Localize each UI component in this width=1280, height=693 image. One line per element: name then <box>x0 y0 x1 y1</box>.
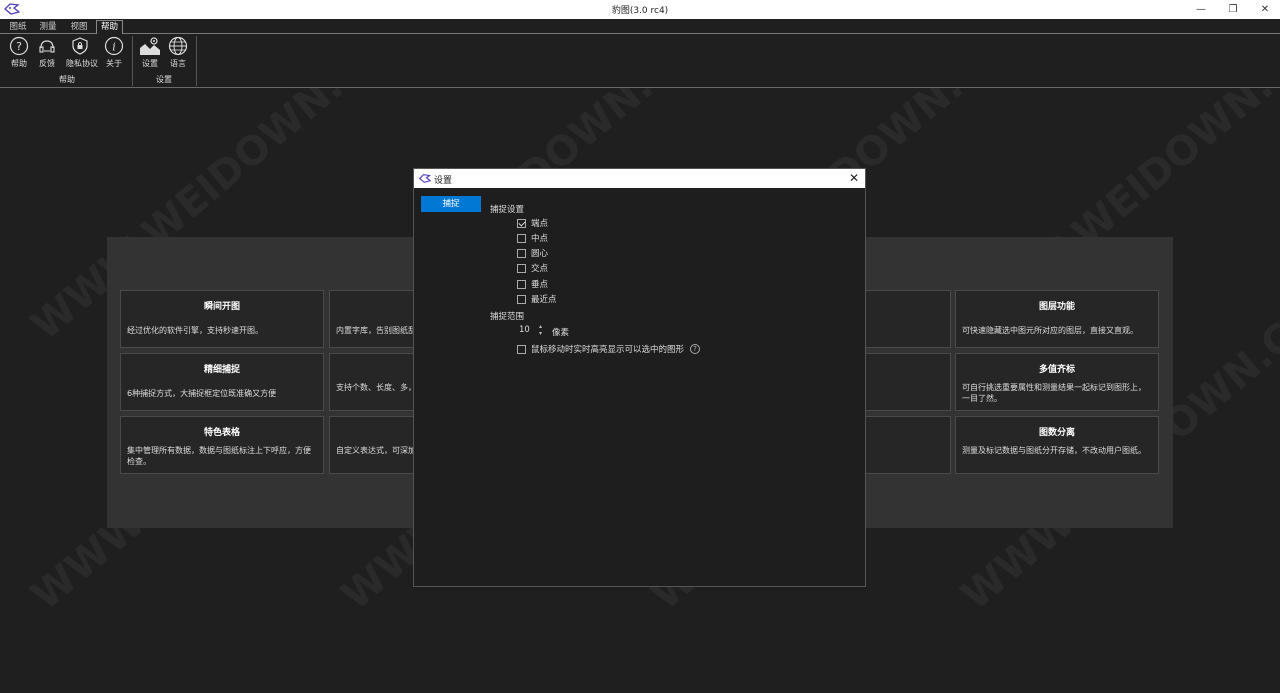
ribbon: ? 帮助 反馈 隐私协议 i 关于 帮助 设置 语言 设置 <box>0 34 1280 88</box>
snap-range-unit: 像素 <box>552 328 570 338</box>
snap-option-endpoint[interactable]: 端点 <box>517 217 548 229</box>
checkbox-label: 中点 <box>531 234 549 244</box>
feature-card-desc: 可自行挑选重要属性和测量结果一起标记到图形上，一目了然。 <box>962 383 1146 403</box>
svg-text:?: ? <box>16 40 22 53</box>
feature-card-title: 精细捕捉 <box>203 365 240 375</box>
restore-button[interactable]: ❐ <box>1218 0 1248 19</box>
snap-option-nearest[interactable]: 最近点 <box>517 293 557 305</box>
close-window-button[interactable]: ✕ <box>1250 0 1280 19</box>
minimize-button[interactable]: — <box>1186 0 1216 19</box>
feature-card-desc: 集中管理所有数据，数据与图纸标注上下呼应，方便检查。 <box>127 446 311 466</box>
globe-icon <box>168 36 188 56</box>
snap-option-midpoint[interactable]: 中点 <box>517 232 548 244</box>
feature-card: 瞬间开图 经过优化的软件引擎，支持秒速开图。 <box>120 290 324 348</box>
highlight-option[interactable]: 鼠标移动时实时高亮显示可以选中的图形 ? <box>517 343 701 355</box>
snap-settings-label: 捕捉设置 <box>490 205 525 215</box>
app-logo-icon <box>419 174 431 183</box>
title-bar: 豹图(3.0 rc4) — ❐ ✕ <box>0 0 1280 19</box>
ribbon-separator <box>196 36 197 86</box>
menu-bar: 图纸 测量 视图 帮助 <box>0 19 1280 35</box>
feature-card-desc: 可快速隐藏选中图元所对应的图层，直接又直观。 <box>962 326 1138 335</box>
checkbox-label: 垂点 <box>531 280 549 290</box>
feedback-icon <box>39 40 55 53</box>
nav-item-snap[interactable]: 捕捉 <box>421 196 481 212</box>
feature-card-desc: 测量及标记数据与图纸分开存储，不改动用户图纸。 <box>962 446 1146 455</box>
help-group-label: 帮助 <box>59 75 75 84</box>
checkbox-label: 鼠标移动时实时高亮显示可以选中的图形 <box>531 345 685 355</box>
privacy-shield-icon <box>72 37 88 55</box>
language-button-label: 语言 <box>170 59 186 68</box>
settings-button-label: 设置 <box>142 59 158 68</box>
settings-button[interactable]: 设置 <box>136 36 164 69</box>
checkbox[interactable] <box>517 279 526 289</box>
feature-card-title: 图数分离 <box>1038 428 1075 438</box>
privacy-button[interactable]: 隐私协议 <box>66 36 98 69</box>
checkbox[interactable] <box>517 248 526 258</box>
feature-card-desc: 6种捕捉方式，大捕捉框定位既准确又方便 <box>127 389 277 398</box>
snap-option-intersection[interactable]: 交点 <box>517 262 548 274</box>
checkbox-label: 交点 <box>531 264 549 274</box>
question-icon: ? <box>9 36 29 56</box>
feature-card-desc: 经过优化的软件引擎，支持秒速开图。 <box>127 326 263 335</box>
dialog-title-bar: 设置 ✕ <box>414 169 865 188</box>
language-button[interactable]: 语言 <box>164 36 192 69</box>
help-circle-icon[interactable]: ? <box>690 344 701 354</box>
window-title: 豹图(3.0 rc4) <box>611 6 669 16</box>
tab-measure[interactable]: 测量 <box>35 21 61 34</box>
checkbox[interactable] <box>517 218 526 228</box>
checkbox-label: 最近点 <box>531 295 557 305</box>
help-button-label: 帮助 <box>11 59 27 68</box>
snap-range-spinbox[interactable]: 10 ▴ ▾ <box>517 323 547 337</box>
feature-card-title: 特色表格 <box>203 428 240 438</box>
snap-option-perpendicular[interactable]: 垂点 <box>517 278 548 290</box>
feedback-button-label: 反馈 <box>39 59 55 68</box>
privacy-button-label: 隐私协议 <box>66 59 98 68</box>
checkbox-label: 端点 <box>531 219 549 229</box>
checkbox-label: 圆心 <box>531 249 549 259</box>
info-icon: i <box>104 36 124 56</box>
feature-card-title: 瞬间开图 <box>203 302 240 312</box>
about-button-label: 关于 <box>106 59 122 68</box>
checkbox[interactable] <box>517 294 526 304</box>
checkbox[interactable] <box>517 233 526 243</box>
feature-card-title: 图层功能 <box>1038 302 1075 312</box>
spinbox-arrows-icon[interactable]: ▴ ▾ <box>539 323 542 337</box>
spinbox-value: 10 <box>519 325 530 335</box>
settings-dialog: 设置 ✕ 捕捉 捕捉设置 端点 中点 圆心 交点 垂点 最近点 捕捉范围 10 … <box>413 168 866 587</box>
feature-card: 特色表格 集中管理所有数据，数据与图纸标注上下呼应，方便检查。 <box>120 416 324 474</box>
help-button[interactable]: ? 帮助 <box>5 36 33 69</box>
feature-card: 精细捕捉 6种捕捉方式，大捕捉框定位既准确又方便 <box>120 353 324 411</box>
checkbox[interactable] <box>517 263 526 273</box>
snap-range-label: 捕捉范围 <box>490 312 525 322</box>
checkbox[interactable] <box>517 344 526 354</box>
feature-card-title: 多值齐标 <box>1038 365 1075 375</box>
tab-drawing[interactable]: 图纸 <box>6 21 30 34</box>
feedback-button[interactable]: 反馈 <box>33 36 61 69</box>
dialog-close-button[interactable]: ✕ <box>847 171 861 185</box>
feature-card: 图层功能 可快速隐藏选中图元所对应的图层，直接又直观。 <box>955 290 1159 348</box>
tab-help[interactable]: 帮助 <box>96 20 123 35</box>
ribbon-separator <box>132 36 133 86</box>
dialog-title: 设置 <box>434 176 453 186</box>
tab-view[interactable]: 视图 <box>66 21 92 34</box>
svg-text:i: i <box>112 41 116 54</box>
about-button[interactable]: i 关于 <box>100 36 128 69</box>
feature-card: 多值齐标 可自行挑选重要属性和测量结果一起标记到图形上，一目了然。 <box>955 353 1159 411</box>
settings-group-label: 设置 <box>156 75 172 84</box>
feature-card: 图数分离 测量及标记数据与图纸分开存储，不改动用户图纸。 <box>955 416 1159 474</box>
snap-option-center[interactable]: 圆心 <box>517 247 548 259</box>
settings-icon <box>140 37 160 55</box>
